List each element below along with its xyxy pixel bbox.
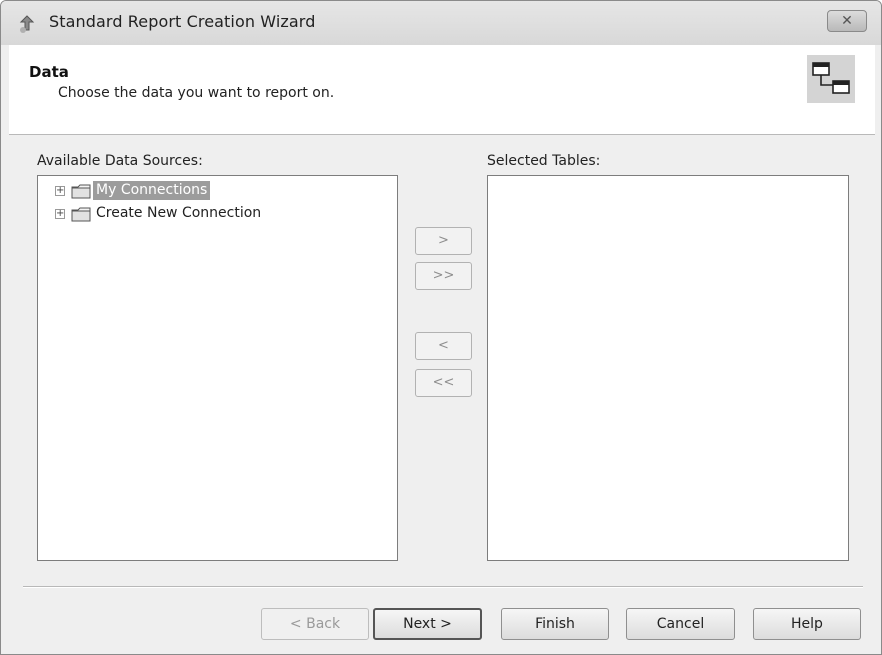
page-title: Data: [29, 63, 69, 81]
add-all-button[interactable]: >>: [415, 262, 472, 290]
wizard-window: Standard Report Creation Wizard ✕ Data C…: [0, 0, 882, 655]
window-title: Standard Report Creation Wizard: [49, 12, 316, 31]
close-icon: ✕: [841, 13, 853, 29]
folder-icon: [71, 207, 91, 222]
remove-all-button[interactable]: <<: [415, 369, 472, 397]
add-button[interactable]: >: [415, 227, 472, 255]
available-sources-tree[interactable]: + My Connections + Create New Connection: [37, 175, 398, 561]
back-button[interactable]: < Back: [261, 608, 369, 640]
cancel-button[interactable]: Cancel: [626, 608, 735, 640]
title-bar: Standard Report Creation Wizard ✕: [1, 1, 881, 45]
tree-item-create-new-connection[interactable]: + Create New Connection: [55, 204, 375, 224]
next-button[interactable]: Next >: [373, 608, 482, 640]
page-subtitle: Choose the data you want to report on.: [58, 85, 335, 101]
help-button[interactable]: Help: [753, 608, 861, 640]
remove-button[interactable]: <: [415, 332, 472, 360]
tree-item-my-connections[interactable]: + My Connections: [55, 181, 355, 201]
available-sources-label: Available Data Sources:: [37, 153, 203, 169]
plus-expander-icon[interactable]: +: [55, 186, 65, 196]
close-button[interactable]: ✕: [827, 10, 867, 32]
tree-item-label: My Connections: [93, 181, 211, 200]
selected-tables-list[interactable]: [487, 175, 849, 561]
wizard-header: Data Choose the data you want to report …: [9, 45, 875, 135]
folder-icon: [71, 184, 91, 199]
tree-item-label: Create New Connection: [96, 205, 262, 221]
footer-separator: [23, 586, 863, 588]
plus-expander-icon[interactable]: +: [55, 209, 65, 219]
wizard-icon: [19, 15, 35, 33]
finish-button[interactable]: Finish: [501, 608, 609, 640]
selected-tables-label: Selected Tables:: [487, 153, 601, 169]
linked-tables-icon: [807, 55, 855, 103]
